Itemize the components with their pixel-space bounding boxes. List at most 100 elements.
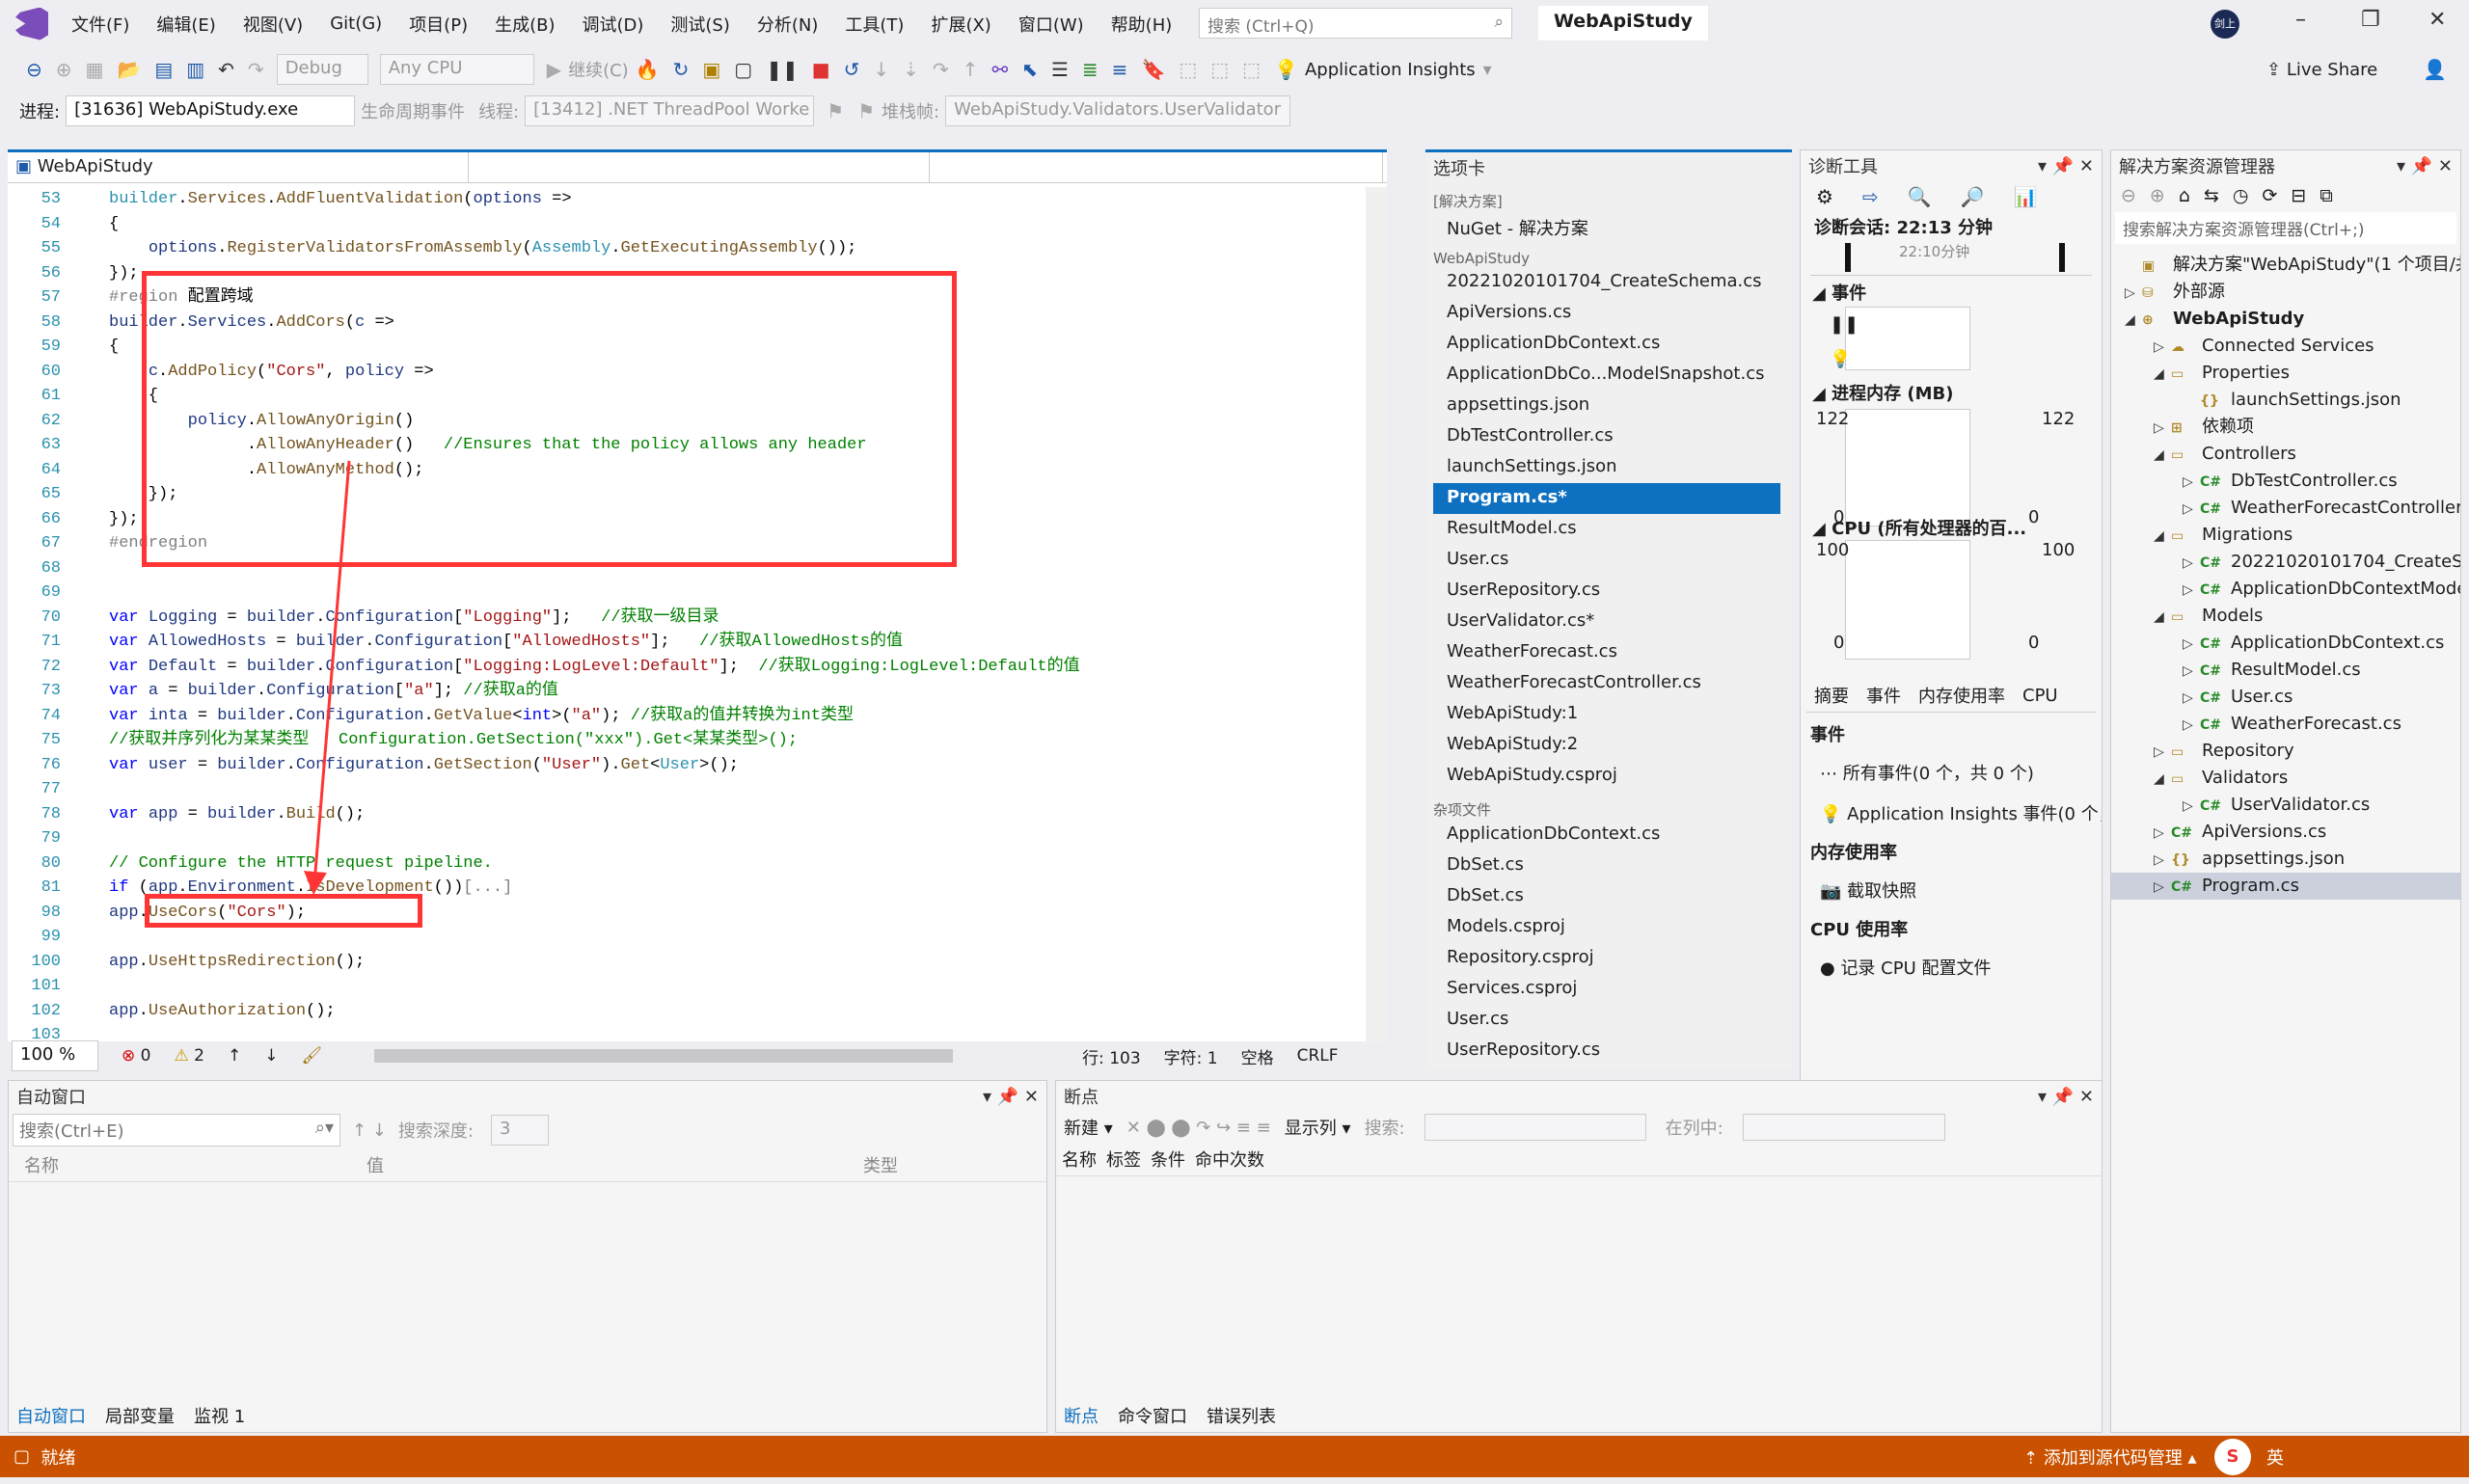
- open-tab-item[interactable]: ResultModel.cs: [1433, 514, 1780, 545]
- open-tab-item[interactable]: Models.csproj: [1433, 912, 1780, 943]
- expand-arrow-icon[interactable]: ▷: [2183, 631, 2200, 658]
- expand-arrow-icon[interactable]: ▷: [2183, 712, 2200, 739]
- expand-arrow-icon[interactable]: ▷: [2183, 658, 2200, 685]
- expand-arrow-icon[interactable]: ▷: [2183, 793, 2200, 820]
- pin-icon[interactable]: 📌: [997, 1087, 1018, 1107]
- close-icon[interactable]: ✕: [2438, 156, 2453, 176]
- solution-tree-item[interactable]: ▷C# 20221020101704_CreateSchema.cs: [2111, 549, 2460, 576]
- dropdown-icon[interactable]: ▾: [983, 1087, 991, 1107]
- maximize-button[interactable]: ❐: [2361, 8, 2380, 32]
- open-tab-item[interactable]: WebApiStudy.csproj: [1433, 761, 1780, 792]
- solution-tree-item[interactable]: ▷ C# User.cs: [2111, 684, 2460, 711]
- stop-icon[interactable]: ■: [812, 58, 830, 81]
- open-tab-item[interactable]: Repository.csproj: [1433, 943, 1780, 974]
- open-folder-icon[interactable]: 📂: [117, 58, 141, 81]
- export-icon[interactable]: ⇨: [1862, 185, 1879, 208]
- open-tab-item[interactable]: WebApiStudy:2: [1433, 730, 1780, 761]
- expand-arrow-icon[interactable]: ▷: [2154, 739, 2171, 766]
- open-tab-item[interactable]: DbSet.cs: [1433, 881, 1780, 912]
- all-events-link[interactable]: ⋯ 所有事件(0 个，共 0 个): [1801, 752, 2102, 793]
- open-tab-item[interactable]: UserValidator.cs*: [1433, 607, 1780, 637]
- solution-tree-item[interactable]: ▷ C# ResultModel.cs: [2111, 657, 2460, 684]
- tab-watch1[interactable]: 监视 1: [194, 1403, 245, 1428]
- menu-item[interactable]: 窗口(W): [1018, 12, 1084, 37]
- solution-tree-item[interactable]: ◢ ▭ Validators: [2111, 765, 2460, 792]
- menu-item[interactable]: 编辑(E): [156, 12, 215, 37]
- uncomment-icon[interactable]: ≡: [1112, 58, 1128, 81]
- forward-icon[interactable]: ⊕: [2150, 185, 2165, 206]
- expand-arrow-icon[interactable]: ▷: [2125, 280, 2142, 307]
- diag-tab[interactable]: 摘要: [1814, 683, 1849, 708]
- expand-arrow-icon[interactable]: ▷: [2183, 685, 2200, 712]
- pin-icon[interactable]: 📌: [2052, 156, 2074, 176]
- stack-frame-select[interactable]: WebApiStudy.Validators.UserValidator: [945, 95, 1291, 126]
- redo-icon[interactable]: ↷: [248, 58, 264, 81]
- open-tab-item[interactable]: ApiVersions.cs: [1433, 298, 1780, 329]
- restart-icon[interactable]: ↻: [673, 58, 690, 81]
- dropdown-icon[interactable]: ▾: [2038, 1087, 2047, 1107]
- solution-tree-item[interactable]: ◢ ▭ Migrations: [2111, 522, 2460, 549]
- tab-error-list[interactable]: 错误列表: [1207, 1403, 1276, 1428]
- menu-item[interactable]: 分析(N): [757, 12, 819, 37]
- lifecycle-events-button[interactable]: 生命周期事件: [361, 98, 465, 123]
- open-tab-item[interactable]: DbSet.cs: [1433, 850, 1780, 881]
- pause-icon[interactable]: ❚❚: [766, 58, 799, 81]
- solution-tree-item[interactable]: ◢ ▭ Controllers: [2111, 441, 2460, 468]
- search-depth-select[interactable]: 3: [490, 1115, 549, 1146]
- autos-search-input[interactable]: 搜索(Ctrl+E) ⌕▾: [13, 1114, 340, 1147]
- switch-view-icon[interactable]: ⇆: [2204, 185, 2219, 206]
- expand-arrow-icon[interactable]: ◢: [2154, 523, 2171, 550]
- menu-item[interactable]: 项目(P): [409, 12, 468, 37]
- tab-locals[interactable]: 局部变量: [105, 1403, 175, 1428]
- expand-arrow-icon[interactable]: ▷: [2154, 847, 2171, 874]
- back-icon[interactable]: ⊖: [2121, 185, 2136, 206]
- open-tab-item[interactable]: ApplicationDbContext.cs: [1433, 820, 1780, 850]
- expand-arrow-icon[interactable]: ▷: [2183, 469, 2200, 496]
- solution-tree-item[interactable]: ▷ C# WeatherForecastController.cs: [2111, 495, 2460, 522]
- diag-tab[interactable]: 事件: [1866, 683, 1901, 708]
- flag-icon[interactable]: ⚑: [827, 99, 844, 122]
- config-select[interactable]: Debug: [276, 54, 368, 85]
- clear-bookmark-icon[interactable]: ⬚: [1242, 58, 1261, 81]
- expand-arrow-icon[interactable]: ▷: [2183, 496, 2200, 523]
- copy-icon[interactable]: ⧉: [2320, 185, 2333, 206]
- thread-select[interactable]: [13412] .NET ThreadPool Worke: [525, 95, 815, 126]
- close-icon[interactable]: ✕: [2079, 156, 2094, 176]
- solution-tree-item[interactable]: ▣ 解决方案"WebApiStudy"(1 个项目/共 1 个): [2111, 252, 2460, 279]
- expand-arrow-icon[interactable]: ◢: [2154, 766, 2171, 793]
- diag-tab[interactable]: CPU: [2022, 686, 2058, 706]
- menu-item[interactable]: 视图(V): [243, 12, 303, 37]
- solution-tree-item[interactable]: ▷ ▭ Repository: [2111, 738, 2460, 765]
- menu-item[interactable]: 生成(B): [495, 12, 555, 37]
- platform-select[interactable]: Any CPU: [379, 54, 534, 85]
- collapse-icon[interactable]: ⊟: [2291, 185, 2306, 206]
- open-tab-item[interactable]: WeatherForecastController.cs: [1433, 668, 1780, 699]
- menu-item[interactable]: 工具(T): [845, 12, 904, 37]
- step-over-icon[interactable]: ⇣: [903, 58, 919, 81]
- next-issue-icon[interactable]: ↓: [264, 1046, 278, 1066]
- minimize-button[interactable]: –: [2295, 8, 2306, 32]
- errors-count[interactable]: ⊗ 0: [122, 1046, 150, 1066]
- next-bookmark-icon[interactable]: ⬚: [1210, 58, 1229, 81]
- expand-arrow-icon[interactable]: ▷: [2183, 577, 2200, 604]
- open-tab-item[interactable]: UserRepository.cs: [1433, 1036, 1780, 1066]
- home-icon[interactable]: ⌂: [2179, 185, 2190, 206]
- tab-autos[interactable]: 自动窗口: [16, 1403, 86, 1428]
- forward-icon[interactable]: ⊕: [56, 58, 72, 81]
- step-out-icon[interactable]: ↑: [963, 58, 979, 81]
- step-back-icon[interactable]: ↷: [933, 58, 949, 81]
- menu-item[interactable]: 帮助(H): [1111, 12, 1173, 37]
- close-button[interactable]: ✕: [2428, 8, 2446, 32]
- solution-tree-item[interactable]: ▷ C# UserValidator.cs: [2111, 792, 2460, 819]
- solution-tree-item[interactable]: ◢ ▭ Models: [2111, 603, 2460, 630]
- solution-tree-item[interactable]: ▷ C# ApiVersions.cs: [2111, 819, 2460, 846]
- expand-arrow-icon[interactable]: ▷: [2154, 415, 2171, 442]
- step-into-icon[interactable]: ↓: [873, 58, 889, 81]
- solution-tree-item[interactable]: ▷{} appsettings.json: [2111, 846, 2460, 873]
- menu-item[interactable]: 测试(S): [670, 12, 729, 37]
- open-tab-item[interactable]: User.cs: [1433, 1005, 1780, 1036]
- back-icon[interactable]: ⊖: [26, 58, 42, 81]
- search-input[interactable]: 搜索 (Ctrl+Q) ⌕: [1199, 8, 1512, 39]
- menu-item[interactable]: 文件(F): [71, 12, 129, 37]
- solution-tree-item[interactable]: ▷ C# ApplicationDbContext.cs: [2111, 630, 2460, 657]
